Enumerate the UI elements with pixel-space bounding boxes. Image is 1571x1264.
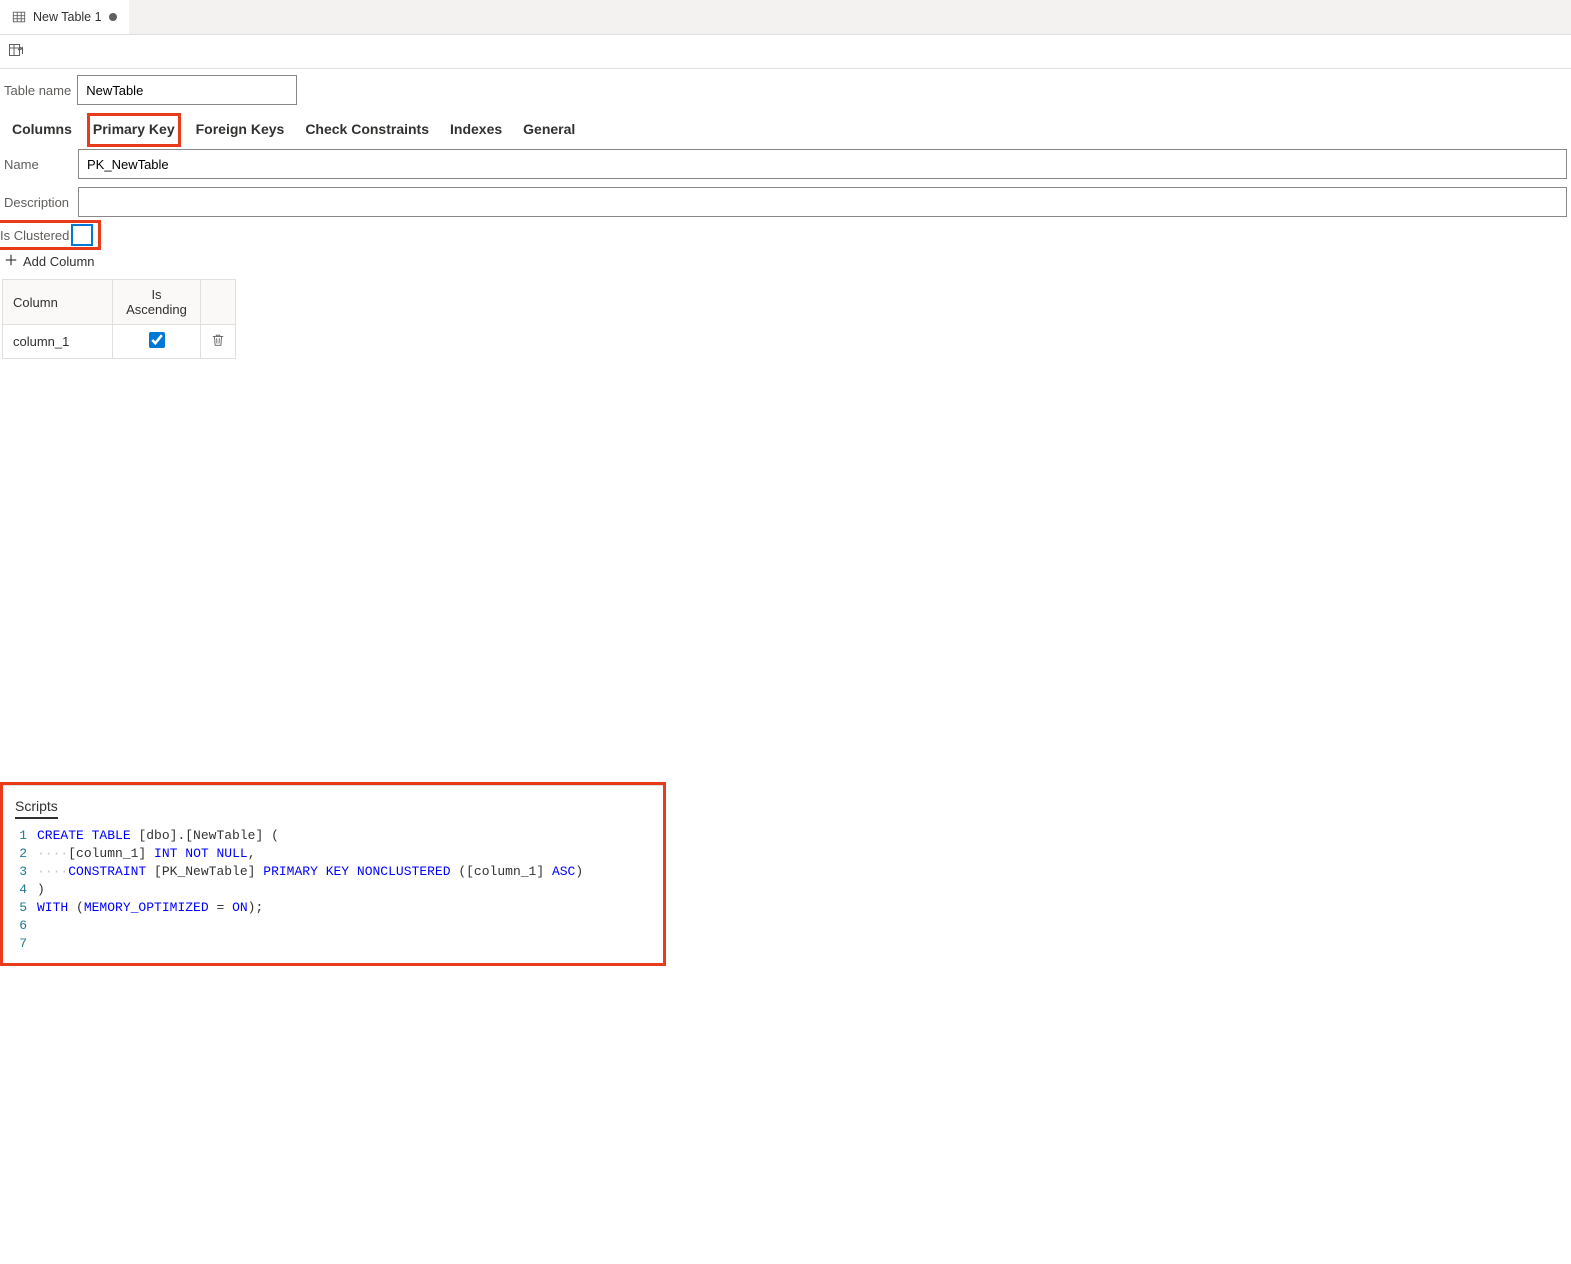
file-tab-new-table[interactable]: New Table 1 (0, 0, 129, 34)
line-number: 5 (15, 899, 37, 917)
file-tab-label: New Table 1 (33, 10, 102, 24)
tab-foreign-keys[interactable]: Foreign Keys (192, 115, 289, 145)
cell-actions (201, 325, 236, 359)
pk-name-label: Name (4, 157, 74, 172)
line-number: 3 (15, 863, 37, 881)
line-number: 7 (15, 935, 37, 953)
add-column-label: Add Column (23, 254, 95, 269)
ascending-checkbox[interactable] (149, 332, 165, 348)
designer-toolbar (0, 35, 1571, 69)
tab-check-constraints[interactable]: Check Constraints (301, 115, 433, 145)
tab-primary-key[interactable]: Primary Key (89, 115, 179, 145)
editor-tab-bar: New Table 1 (0, 0, 1571, 35)
plus-icon (4, 253, 18, 270)
clustered-label: Is Clustered (0, 228, 69, 243)
col-header-column: Column (3, 280, 113, 325)
tab-indexes[interactable]: Indexes (446, 115, 506, 145)
pk-columns-table: Column Is Ascending column_1 (2, 279, 236, 359)
tab-general[interactable]: General (519, 115, 579, 145)
table-icon (12, 10, 26, 24)
publish-icon[interactable] (8, 42, 24, 61)
code-line: 6 (15, 917, 651, 935)
delete-row-button[interactable] (211, 335, 225, 350)
scripts-title: Scripts (15, 798, 58, 819)
code-line: 7 (15, 935, 651, 953)
add-column-button[interactable]: Add Column (0, 247, 99, 276)
table-row[interactable]: column_1 (3, 325, 236, 359)
line-number: 6 (15, 917, 37, 935)
table-name-label: Table name (4, 83, 71, 98)
table-header-row: Column Is Ascending (3, 280, 236, 325)
clustered-checkbox[interactable] (72, 225, 92, 245)
pk-desc-input[interactable] (78, 187, 1567, 217)
code-line: 2····[column_1] INT NOT NULL, (15, 845, 651, 863)
col-header-actions (201, 280, 236, 325)
dirty-indicator-icon (109, 13, 117, 21)
pk-desc-label: Description (4, 195, 74, 210)
cell-column-name[interactable]: column_1 (3, 325, 113, 359)
pk-name-input[interactable] (78, 149, 1567, 179)
col-header-ascending: Is Ascending (113, 280, 201, 325)
designer-tab-strip: Columns Primary Key Foreign Keys Check C… (0, 111, 1571, 145)
code-line: 3····CONSTRAINT [PK_NewTable] PRIMARY KE… (15, 863, 651, 881)
line-number: 4 (15, 881, 37, 899)
cell-is-ascending (113, 325, 201, 359)
table-name-input[interactable] (77, 75, 297, 105)
code-line: 1CREATE TABLE [dbo].[NewTable] ( (15, 827, 651, 845)
code-line: 4) (15, 881, 651, 899)
code-line: 5WITH (MEMORY_OPTIMIZED = ON); (15, 899, 651, 917)
line-number: 2 (15, 845, 37, 863)
script-editor[interactable]: 1CREATE TABLE [dbo].[NewTable] (2····[co… (15, 827, 651, 953)
scripts-panel: Scripts 1CREATE TABLE [dbo].[NewTable] (… (3, 785, 663, 963)
line-number: 1 (15, 827, 37, 845)
tab-columns[interactable]: Columns (8, 115, 76, 145)
